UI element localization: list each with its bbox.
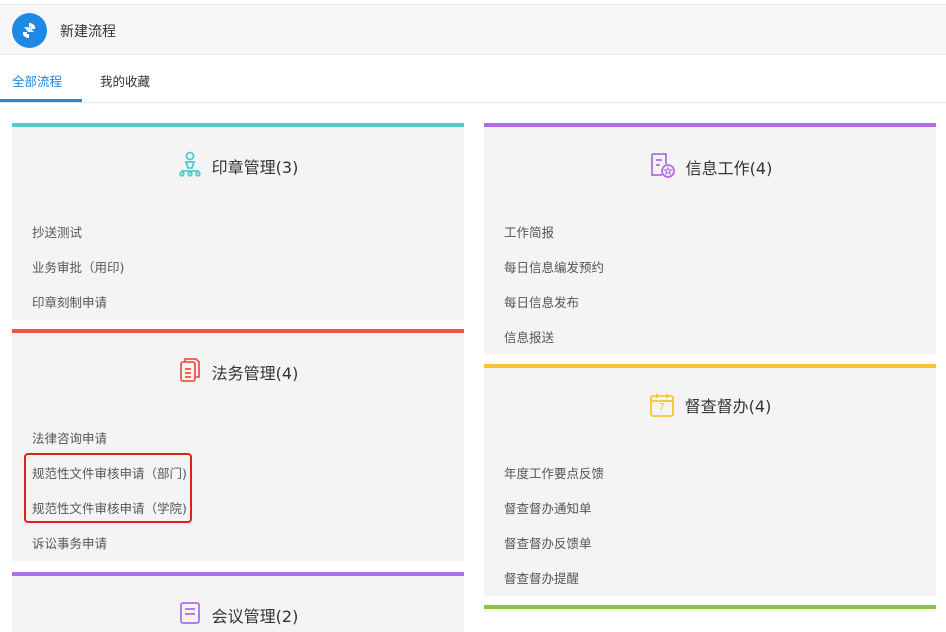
active-tab-indicator [0,99,82,102]
card-header: 信息工作(4) [484,151,936,181]
category-card-info: 信息工作(4) 工作简报 每日信息编发预约 每日信息发布 信息报送 [484,123,936,355]
calendar-day-label: 7 [658,402,665,413]
category-card-meeting: 会议管理(2) [12,572,464,632]
process-item[interactable]: 印章刻制申请 [32,292,107,311]
category-card-next [484,605,936,612]
process-item[interactable]: 信息报送 [504,327,554,346]
card-header: 法务管理(4) [12,357,464,387]
calendar-icon: 7 [649,392,675,418]
highlight-box [24,453,192,523]
process-item[interactable]: 年度工作要点反馈 [504,463,604,482]
card-header: 7 督查督办(4) [484,392,936,422]
process-item[interactable]: 抄送测试 [32,222,82,241]
category-card-seal: 印章管理(3) 抄送测试 业务审批（用印) 印章刻制申请 [12,123,464,320]
category-title: 法务管理(4) [211,364,299,383]
process-item[interactable]: 督查督办通知单 [504,498,592,517]
app-logo-icon [12,13,47,48]
tab-bar: 全部流程 我的收藏 [0,56,946,103]
tab-all-processes[interactable]: 全部流程 [12,71,62,90]
card-header: 印章管理(3) [12,151,464,181]
category-title: 印章管理(3) [211,158,299,177]
process-item[interactable]: 每日信息发布 [504,292,579,311]
seal-person-icon [178,151,202,181]
process-item[interactable]: 工作简报 [504,222,554,241]
card-header: 会议管理(2) [12,600,464,630]
category-card-legal: 法务管理(4) 法律咨询申请 规范性文件审核申请（部门) 规范性文件审核申请（学… [12,329,464,561]
page-title: 新建流程 [60,24,116,40]
tab-my-favorites[interactable]: 我的收藏 [100,71,150,90]
process-item[interactable]: 法律咨询申请 [32,428,107,447]
top-bar: 新建流程 [0,4,946,55]
card-color-bar [484,605,936,609]
meeting-icon [178,600,202,630]
legal-document-icon [178,357,202,387]
category-title: 会议管理(2) [211,607,299,626]
process-item[interactable]: 每日信息编发预约 [504,257,604,276]
process-item[interactable]: 诉讼事务申请 [32,533,107,552]
card-color-bar [12,572,464,576]
category-title: 督查督办(4) [684,397,772,416]
category-card-supervision: 7 督查督办(4) 年度工作要点反馈 督查督办通知单 督查督办反馈单 督查督办提… [484,364,936,596]
process-item[interactable]: 督查督办提醒 [504,568,579,587]
card-color-bar [484,364,936,368]
category-title: 信息工作(4) [685,159,773,178]
card-color-bar [484,123,936,127]
info-document-icon [648,151,676,183]
process-item[interactable]: 业务审批（用印) [32,257,124,276]
card-color-bar [12,329,464,333]
process-item[interactable]: 督查督办反馈单 [504,533,592,552]
card-color-bar [12,123,464,127]
